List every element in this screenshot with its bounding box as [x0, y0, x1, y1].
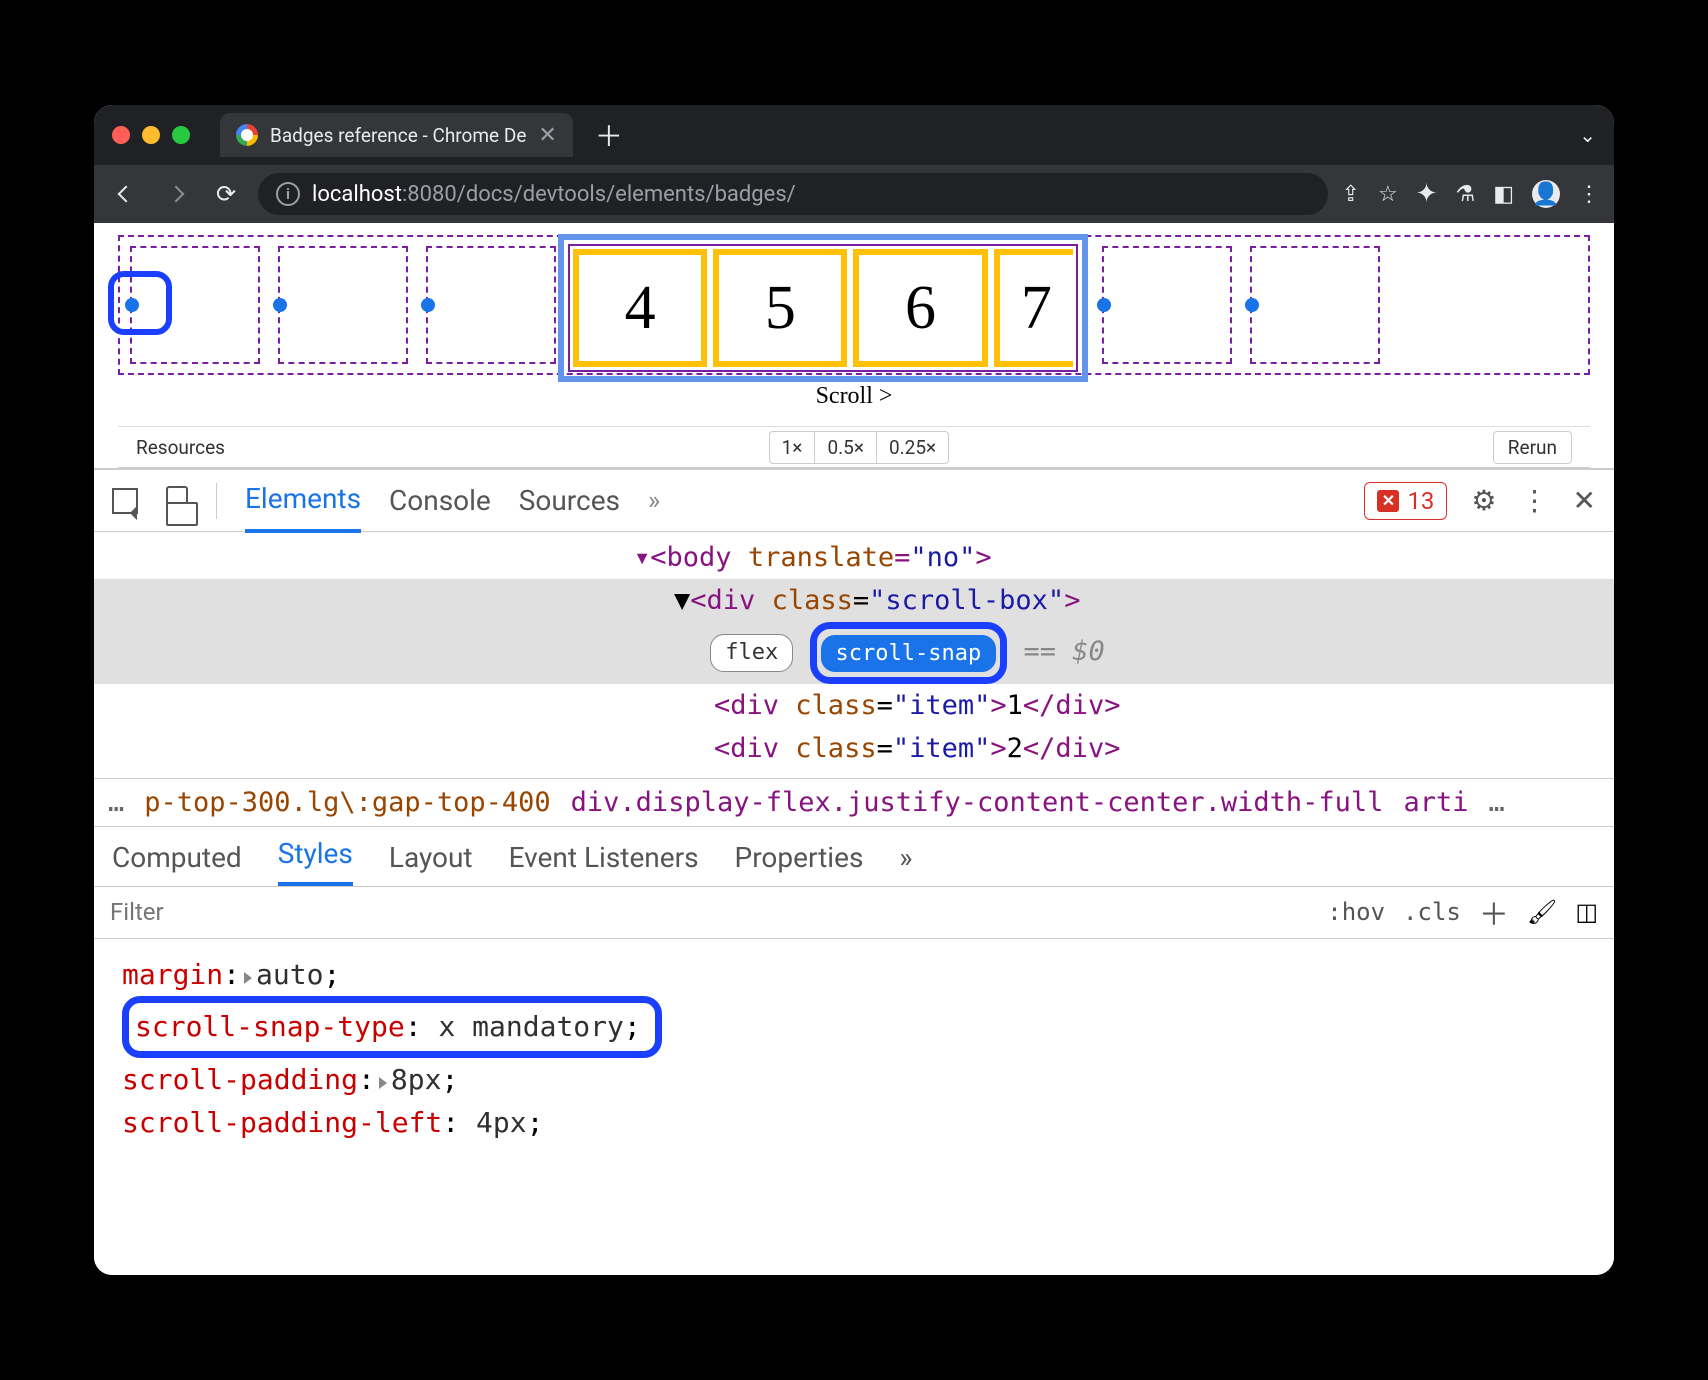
annotation-highlight — [108, 271, 172, 335]
close-tab-icon[interactable]: ✕ — [538, 123, 556, 148]
scroll-viewport-overlay: 4 5 6 7 — [558, 234, 1088, 382]
breadcrumb[interactable]: … p-top-300.lg\:gap-top-400 div.display-… — [94, 778, 1614, 827]
settings-icon[interactable]: ⚙ — [1471, 484, 1496, 517]
close-devtools-icon[interactable]: ✕ — [1573, 484, 1596, 517]
panel-icon[interactable]: ◧ — [1493, 182, 1514, 207]
device-toolbar-icon[interactable] — [166, 486, 188, 516]
maximize-window-icon[interactable] — [172, 126, 190, 144]
rendered-page: 4 5 6 7 Scroll > Resources 1× 0.5× 0.25×… — [94, 223, 1614, 468]
crumb-item[interactable]: arti — [1403, 787, 1468, 818]
browser-tab[interactable]: Badges reference - Chrome De ✕ — [220, 113, 573, 157]
labs-icon[interactable]: ⚗ — [1455, 182, 1475, 207]
tab-event-listeners[interactable]: Event Listeners — [509, 841, 699, 886]
tab-computed[interactable]: Computed — [112, 841, 242, 886]
more-tabs-icon[interactable]: » — [899, 841, 912, 874]
styles-filter-bar: :hov .cls ＋ 🖌 ◫ — [94, 887, 1614, 939]
hov-toggle[interactable]: :hov — [1327, 898, 1385, 926]
zoom-controls: 1× 0.5× 0.25× — [769, 431, 950, 464]
filter-input[interactable] — [110, 898, 1309, 926]
content-area: 4 5 6 7 Scroll > Resources 1× 0.5× 0.25×… — [94, 223, 1614, 1275]
list-item: 5 — [713, 249, 847, 367]
expand-icon[interactable] — [244, 972, 252, 984]
profile-avatar-icon[interactable]: 👤 — [1532, 180, 1560, 208]
annotation-highlight: scroll-snap — [810, 622, 1008, 683]
menu-icon[interactable]: ⋮ — [1578, 182, 1600, 207]
new-rule-icon[interactable]: ＋ — [1479, 890, 1509, 934]
more-tabs-icon[interactable]: » — [648, 486, 660, 516]
toolbar-icons: ⇪ ☆ ✦ ⚗ ◧ 👤 ⋮ — [1342, 179, 1601, 209]
crumb-ellipsis[interactable]: … — [1488, 787, 1504, 818]
scroll-box[interactable]: 4 5 6 7 — [118, 235, 1590, 375]
list-item: 4 — [573, 249, 707, 367]
snap-point-icon — [273, 298, 287, 312]
list-item: 7 — [994, 249, 1073, 367]
snap-point-icon — [1245, 298, 1259, 312]
rerun-button[interactable]: Rerun — [1493, 431, 1572, 464]
tab-elements[interactable]: Elements — [245, 482, 361, 533]
annotation-highlight: scroll-snap-type: x mandatory; — [122, 996, 662, 1057]
scroll-snap-badge[interactable]: scroll-snap — [821, 635, 997, 672]
share-icon[interactable]: ⇪ — [1342, 182, 1360, 207]
extensions-icon[interactable]: ✦ — [1416, 179, 1438, 209]
error-count-badge[interactable]: ✕13 — [1364, 482, 1447, 520]
css-rules[interactable]: margin:auto; scroll-snap-type: x mandato… — [94, 939, 1614, 1159]
crumb-item[interactable]: p-top-300.lg\:gap-top-400 — [144, 787, 550, 818]
list-item — [1250, 246, 1380, 364]
snap-point-icon — [1097, 298, 1111, 312]
list-item — [1102, 246, 1232, 364]
crumb-item[interactable]: div.display-flex.justify-content-center.… — [571, 787, 1384, 818]
url-text: localhost:8080/docs/devtools/elements/ba… — [312, 182, 796, 207]
browser-window: Badges reference - Chrome De ✕ ＋ ⌄ ⟳ i l… — [94, 105, 1614, 1275]
close-window-icon[interactable] — [112, 126, 130, 144]
toggle-sidebar-icon[interactable]: ◫ — [1575, 898, 1598, 926]
new-tab-button[interactable]: ＋ — [595, 115, 623, 155]
example-controls: Resources 1× 0.5× 0.25× Rerun — [118, 426, 1590, 468]
tab-styles[interactable]: Styles — [278, 837, 353, 886]
back-button[interactable] — [108, 176, 144, 212]
resources-button[interactable]: Resources — [136, 436, 225, 459]
forward-button[interactable] — [158, 176, 194, 212]
tab-properties[interactable]: Properties — [735, 841, 864, 886]
list-item — [278, 246, 408, 364]
crumb-ellipsis[interactable]: … — [108, 787, 124, 818]
tab-title: Badges reference - Chrome De — [270, 124, 526, 147]
tab-bar: Badges reference - Chrome De ✕ ＋ ⌄ — [94, 105, 1614, 165]
paint-icon[interactable]: 🖌 — [1527, 898, 1557, 926]
list-item: 6 — [853, 249, 987, 367]
scroll-label: Scroll > — [118, 383, 1590, 410]
more-options-icon[interactable]: ⋮ — [1521, 484, 1549, 517]
site-info-icon[interactable]: i — [276, 182, 300, 206]
reload-button[interactable]: ⟳ — [208, 176, 244, 212]
dom-tree[interactable]: ▾<body translate="no"> ▼<div class="scro… — [94, 532, 1614, 778]
zoom-025x[interactable]: 0.25× — [877, 432, 948, 463]
flex-badge[interactable]: flex — [710, 634, 793, 671]
expand-icon[interactable] — [379, 1077, 387, 1089]
tabs-menu-icon[interactable]: ⌄ — [1579, 123, 1596, 147]
devtools-toolbar: Elements Console Sources » ✕13 ⚙ ⋮ ✕ — [94, 470, 1614, 532]
styles-tabs: Computed Styles Layout Event Listeners P… — [94, 827, 1614, 887]
snap-point-icon — [421, 298, 435, 312]
window-controls — [112, 126, 190, 144]
zoom-05x[interactable]: 0.5× — [815, 432, 877, 463]
list-item — [426, 246, 556, 364]
address-bar[interactable]: i localhost:8080/docs/devtools/elements/… — [258, 173, 1328, 215]
bookmark-icon[interactable]: ☆ — [1378, 182, 1398, 207]
selected-indicator: == $0 — [1023, 636, 1104, 667]
cls-toggle[interactable]: .cls — [1403, 898, 1461, 926]
tab-sources[interactable]: Sources — [519, 484, 620, 531]
minimize-window-icon[interactable] — [142, 126, 160, 144]
browser-toolbar: ⟳ i localhost:8080/docs/devtools/element… — [94, 165, 1614, 223]
tab-console[interactable]: Console — [389, 484, 491, 531]
tab-layout[interactable]: Layout — [389, 841, 473, 886]
inspect-element-icon[interactable] — [112, 488, 138, 514]
chrome-favicon-icon — [236, 124, 258, 146]
devtools-panel: Elements Console Sources » ✕13 ⚙ ⋮ ✕ ▾<b… — [94, 468, 1614, 1275]
zoom-1x[interactable]: 1× — [770, 432, 816, 463]
